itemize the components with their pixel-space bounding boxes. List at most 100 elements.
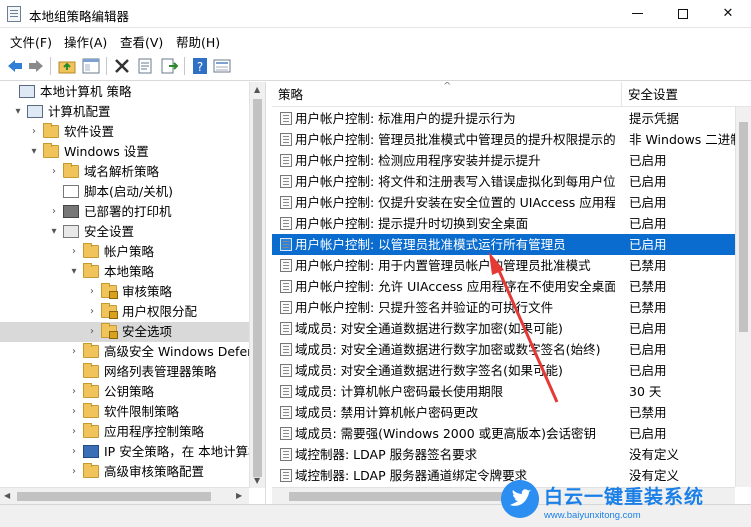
policy-row[interactable]: 域成员: 对安全通道数据进行数字签名(如果可能) 已启用 <box>272 360 735 381</box>
title-bar: 本地组策略编辑器 ✕ <box>0 0 751 28</box>
minimize-button[interactable] <box>614 0 660 28</box>
policy-row[interactable]: 域成员: 禁用计算机帐户密码更改 已禁用 <box>272 402 735 423</box>
list-vertical-scrollbar[interactable] <box>735 107 751 487</box>
policy-row[interactable]: 用户帐户控制: 管理员批准模式中管理员的提升权限提示的... 非 Windows … <box>272 129 743 150</box>
policy-setting: 非 Windows 二进制 <box>629 132 743 147</box>
policy-name: 域控制器: LDAP 服务器签名要求 <box>295 447 478 462</box>
tree-vertical-scrollbar[interactable]: ▲ ▼ <box>249 82 265 488</box>
policy-row[interactable]: 用户帐户控制: 提示提升时切换到安全桌面 已启用 <box>272 213 735 234</box>
tree-item-label: 本地策略 <box>104 264 155 279</box>
menu-file[interactable]: 文件(F) <box>10 32 52 51</box>
expanded-chevron-icon[interactable]: ▾ <box>12 102 24 122</box>
collapsed-chevron-icon[interactable]: › <box>68 242 80 262</box>
policy-row[interactable]: 用户帐户控制: 允许 UIAccess 应用程序在不使用安全桌面... 已禁用 <box>272 276 735 297</box>
tree-item[interactable]: ▾ 本地策略 <box>0 262 249 282</box>
help-icon[interactable]: ? <box>191 57 209 75</box>
tree-item[interactable]: ▾ 计算机配置 <box>0 102 249 122</box>
menu-view[interactable]: 查看(V) <box>120 32 163 51</box>
policy-row[interactable]: 域成员: 需要强(Windows 2000 或更高版本)会话密钥 已启用 <box>272 423 735 444</box>
scrollbar-thumb[interactable] <box>739 122 748 332</box>
tree-item[interactable]: 脚本(启动/关机) <box>0 182 249 202</box>
policy-icon <box>280 343 292 356</box>
tree-item[interactable]: › 已部署的打印机 <box>0 202 249 222</box>
expanded-chevron-icon[interactable]: ▾ <box>48 222 60 242</box>
collapsed-chevron-icon[interactable]: › <box>68 382 80 402</box>
show-tree-icon[interactable] <box>82 57 100 75</box>
tree-item[interactable]: › 公钥策略 <box>0 382 249 402</box>
scroll-down-icon[interactable]: ▼ <box>254 476 260 485</box>
folder-up-icon[interactable] <box>58 57 76 75</box>
collapsed-chevron-icon[interactable]: › <box>68 462 80 482</box>
tree-item[interactable]: › IP 安全策略，在 本地计算机 <box>0 442 261 462</box>
collapsed-chevron-icon[interactable]: › <box>68 342 80 362</box>
scroll-up-icon[interactable]: ▲ <box>254 85 260 94</box>
tree-item[interactable]: › 高级审核策略配置 <box>0 462 249 482</box>
forward-arrow-icon[interactable] <box>27 57 45 75</box>
policy-row[interactable]: 域成员: 对安全通道数据进行数字加密或数字签名(始终) 已启用 <box>272 339 735 360</box>
export-icon[interactable] <box>160 57 178 75</box>
expanded-chevron-icon[interactable]: ▾ <box>28 142 40 162</box>
toolbar-separator <box>106 57 107 75</box>
tree-item[interactable]: ▾ Windows 设置 <box>0 142 249 162</box>
maximize-button[interactable] <box>660 0 706 28</box>
scrollbar-thumb[interactable] <box>17 492 211 501</box>
computer-icon <box>19 85 35 98</box>
policy-setting: 没有定义 <box>629 447 680 462</box>
collapsed-chevron-icon[interactable]: › <box>48 162 60 182</box>
tree-item[interactable]: › 软件设置 <box>0 122 249 142</box>
collapsed-chevron-icon[interactable]: › <box>68 402 80 422</box>
collapsed-chevron-icon[interactable]: › <box>68 422 80 442</box>
policy-row[interactable]: 用户帐户控制: 用于内置管理员帐户的管理员批准模式 已禁用 <box>272 255 735 276</box>
tree-pane: 本地计算机 策略 ▾ 计算机配置 › 软件设置 ▾ Windows 设置 › 域名解析策略脚本(… <box>0 82 266 504</box>
policy-row[interactable]: 域成员: 对安全通道数据进行数字加密(如果可能) 已启用 <box>272 318 735 339</box>
tree-item[interactable]: › 用户权限分配 <box>0 302 249 322</box>
folder-icon <box>83 363 99 378</box>
collapsed-chevron-icon[interactable]: › <box>86 302 98 322</box>
policy-row[interactable]: 用户帐户控制: 只提升签名并验证的可执行文件 已禁用 <box>272 297 735 318</box>
tree-item[interactable]: › 审核策略 <box>0 282 249 302</box>
delete-icon[interactable] <box>113 57 131 75</box>
tree-item-label: IP 安全策略，在 本地计算机 <box>104 444 261 459</box>
policy-row[interactable]: 用户帐户控制: 检测应用程序安装并提示提升 已启用 <box>272 150 735 171</box>
close-button[interactable]: ✕ <box>705 0 751 28</box>
toolbar-separator <box>50 57 51 75</box>
policy-row[interactable]: 用户帐户控制: 仅提升安装在安全位置的 UIAccess 应用程序 已启用 <box>272 192 735 213</box>
policy-row[interactable]: 用户帐户控制: 标准用户的提升提示行为 提示凭据 <box>272 108 735 129</box>
tree-item[interactable]: › 应用程序控制策略 <box>0 422 249 442</box>
scrollbar-thumb[interactable] <box>253 99 262 477</box>
policy-name: 用户帐户控制: 用于内置管理员帐户的管理员批准模式 <box>295 258 591 273</box>
tree-item[interactable]: 本地计算机 策略 <box>0 82 249 102</box>
tree-item[interactable]: › 域名解析策略 <box>0 162 249 182</box>
collapsed-chevron-icon[interactable]: › <box>86 322 98 342</box>
tree-item[interactable]: › 高级安全 Windows Defende <box>0 342 265 362</box>
properties-icon[interactable] <box>136 57 154 75</box>
policy-row[interactable]: 用户帐户控制: 将文件和注册表写入错误虚拟化到每用户位置 已启用 <box>272 171 735 192</box>
back-arrow-icon[interactable] <box>6 57 24 75</box>
collapsed-chevron-icon[interactable]: › <box>68 442 80 462</box>
policy-name: 域成员: 需要强(Windows 2000 或更高版本)会话密钥 <box>295 426 596 441</box>
collapsed-chevron-icon[interactable]: › <box>86 282 98 302</box>
tree-item[interactable]: ▾ 安全设置 <box>0 222 249 242</box>
tree-horizontal-scrollbar[interactable]: ◀ ▶ <box>0 487 249 504</box>
tree-item-label: 脚本(启动/关机) <box>84 184 173 199</box>
collapsed-chevron-icon[interactable]: › <box>28 122 40 142</box>
tree-item[interactable]: › 安全选项 <box>0 322 249 342</box>
console-view-icon[interactable] <box>213 57 231 75</box>
policy-row[interactable]: 域成员: 计算机帐户密码最长使用期限 30 天 <box>272 381 735 402</box>
menu-action[interactable]: 操作(A) <box>64 32 107 51</box>
policy-row[interactable]: 用户帐户控制: 以管理员批准模式运行所有管理员 已启用 <box>272 234 735 255</box>
tree-item-label: 用户权限分配 <box>122 304 198 319</box>
expanded-chevron-icon[interactable]: ▾ <box>68 262 80 282</box>
scroll-right-icon[interactable]: ▶ <box>236 491 242 500</box>
column-header-security-setting[interactable]: 安全设置 <box>622 82 751 107</box>
tree-item[interactable]: 网络列表管理器策略 <box>0 362 249 382</box>
policy-row[interactable]: 域控制器: LDAP 服务器签名要求 没有定义 <box>272 444 735 465</box>
policy-icon <box>280 406 292 419</box>
tree-item[interactable]: › 帐户策略 <box>0 242 249 262</box>
column-header-policy[interactable]: 策略 ^ <box>272 82 622 107</box>
scroll-left-icon[interactable]: ◀ <box>4 491 10 500</box>
tree-item[interactable]: › 软件限制策略 <box>0 402 249 422</box>
menu-help[interactable]: 帮助(H) <box>176 32 220 51</box>
scrollbar-thumb[interactable] <box>289 492 529 501</box>
collapsed-chevron-icon[interactable]: › <box>48 202 60 222</box>
